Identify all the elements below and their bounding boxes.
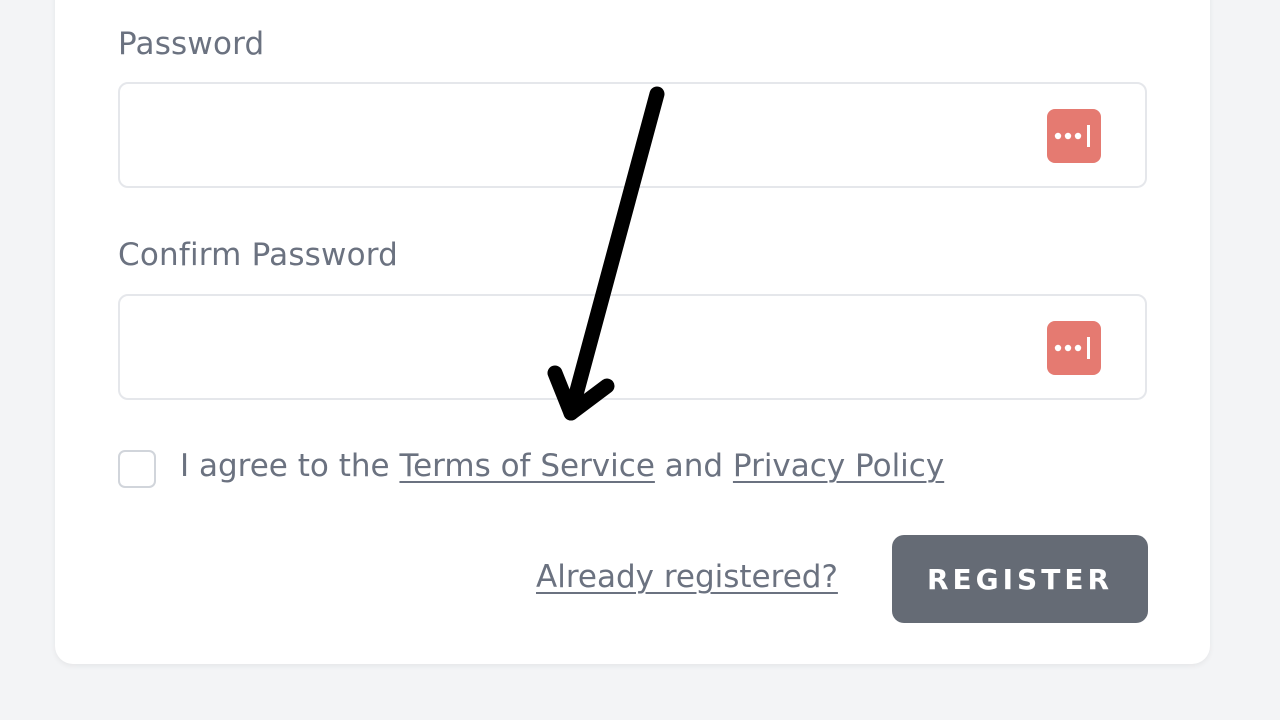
password-manager-icon[interactable] <box>1047 321 1101 375</box>
terms-of-service-link[interactable]: Terms of Service <box>399 448 654 484</box>
password-manager-icon[interactable] <box>1047 109 1101 163</box>
already-registered-link[interactable]: Already registered? <box>536 559 838 595</box>
terms-agreement-text: I agree to the Terms of Service and Priv… <box>180 448 944 484</box>
password-label: Password <box>118 26 265 62</box>
password-field[interactable] <box>118 82 1147 188</box>
register-button[interactable]: REGISTER <box>892 535 1148 623</box>
confirm-password-field[interactable] <box>118 294 1147 400</box>
agree-prefix: I agree to the <box>180 448 400 484</box>
agree-middle: and <box>654 448 733 484</box>
privacy-policy-link[interactable]: Privacy Policy <box>733 448 944 484</box>
confirm-password-label: Confirm Password <box>118 237 399 273</box>
password-dots-icon <box>1054 125 1090 147</box>
terms-checkbox[interactable] <box>118 450 156 488</box>
password-dots-icon <box>1054 337 1090 359</box>
